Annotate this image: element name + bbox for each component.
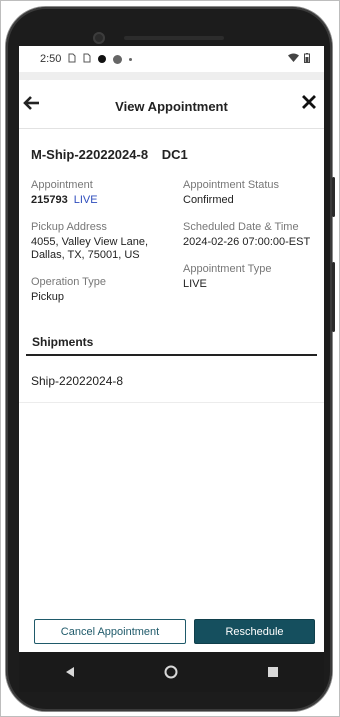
sim-card-icon xyxy=(68,53,76,66)
page-title: View Appointment xyxy=(115,98,228,114)
earpiece-speaker xyxy=(124,36,224,40)
appointment-label: Appointment xyxy=(31,179,93,191)
status-time: 2:50 xyxy=(40,53,62,65)
power-button xyxy=(332,177,335,217)
back-arrow-icon[interactable] xyxy=(23,94,41,112)
dc-code: DC1 xyxy=(161,147,188,162)
appointment-details: Appointment 215793 LIVE Appointment Statu… xyxy=(19,179,324,329)
notification-dot-icon xyxy=(98,55,107,63)
volume-button xyxy=(332,262,335,332)
appointment-type-label: Appointment Type xyxy=(183,263,272,275)
screen: 2:50 View Appointment M-Ship-22022024-8 … xyxy=(19,46,324,652)
operation-type-value: Pickup xyxy=(31,291,65,303)
system-navigation-bar xyxy=(19,652,324,692)
pickup-address-value: 4055, Valley View Lane, Dallas, TX, 7500… xyxy=(31,236,149,261)
reschedule-button[interactable]: Reschedule xyxy=(194,619,315,644)
wifi-icon xyxy=(288,53,299,65)
scheduled-field: Scheduled Date & Time 2024-02-26 07:00:0… xyxy=(183,221,324,249)
more-notifications-icon xyxy=(129,57,133,61)
pickup-address-field: Pickup Address 4055, Valley View Lane, D… xyxy=(31,221,181,262)
scheduled-value: 2024-02-26 07:00:00-EST xyxy=(183,236,311,248)
pickup-address-label: Pickup Address xyxy=(31,221,107,233)
cancel-appointment-button[interactable]: Cancel Appointment xyxy=(34,619,186,644)
app-header: View Appointment xyxy=(19,84,324,129)
shipments-header: Shipments xyxy=(26,329,317,356)
status-field: Appointment Status Confirmed xyxy=(183,179,324,207)
shipment-heading: M-Ship-22022024-8 DC1 xyxy=(19,129,324,165)
operation-type-label: Operation Type xyxy=(31,276,107,288)
back-triangle-icon[interactable] xyxy=(63,665,77,679)
status-divider xyxy=(19,72,324,80)
battery-icon xyxy=(304,52,310,66)
shipment-list-item[interactable]: Ship-22022024-8 xyxy=(19,356,324,403)
status-label: Appointment Status xyxy=(183,179,280,191)
front-camera xyxy=(93,32,105,44)
status-bar: 2:50 xyxy=(19,46,324,72)
recents-square-icon[interactable] xyxy=(266,665,280,679)
home-circle-icon[interactable] xyxy=(164,665,178,679)
appointment-field: Appointment 215793 LIVE xyxy=(31,179,181,207)
appointment-live-tag: LIVE xyxy=(73,194,98,206)
appointment-number: 215793 xyxy=(31,194,68,206)
appointment-type-field: Appointment Type LIVE xyxy=(183,263,324,291)
appointment-value: 215793 LIVE xyxy=(31,194,181,207)
shipment-id: M-Ship-22022024-8 xyxy=(31,147,149,162)
scheduled-label: Scheduled Date & Time xyxy=(183,221,299,233)
operation-type-field: Operation Type Pickup xyxy=(31,276,181,304)
appointment-type-value: LIVE xyxy=(183,278,207,290)
sim-card-icon xyxy=(83,53,91,66)
notification-circle-icon xyxy=(113,54,123,64)
action-bar: Cancel Appointment Reschedule xyxy=(19,619,324,644)
status-value: Confirmed xyxy=(183,194,234,206)
close-icon[interactable] xyxy=(302,95,316,109)
